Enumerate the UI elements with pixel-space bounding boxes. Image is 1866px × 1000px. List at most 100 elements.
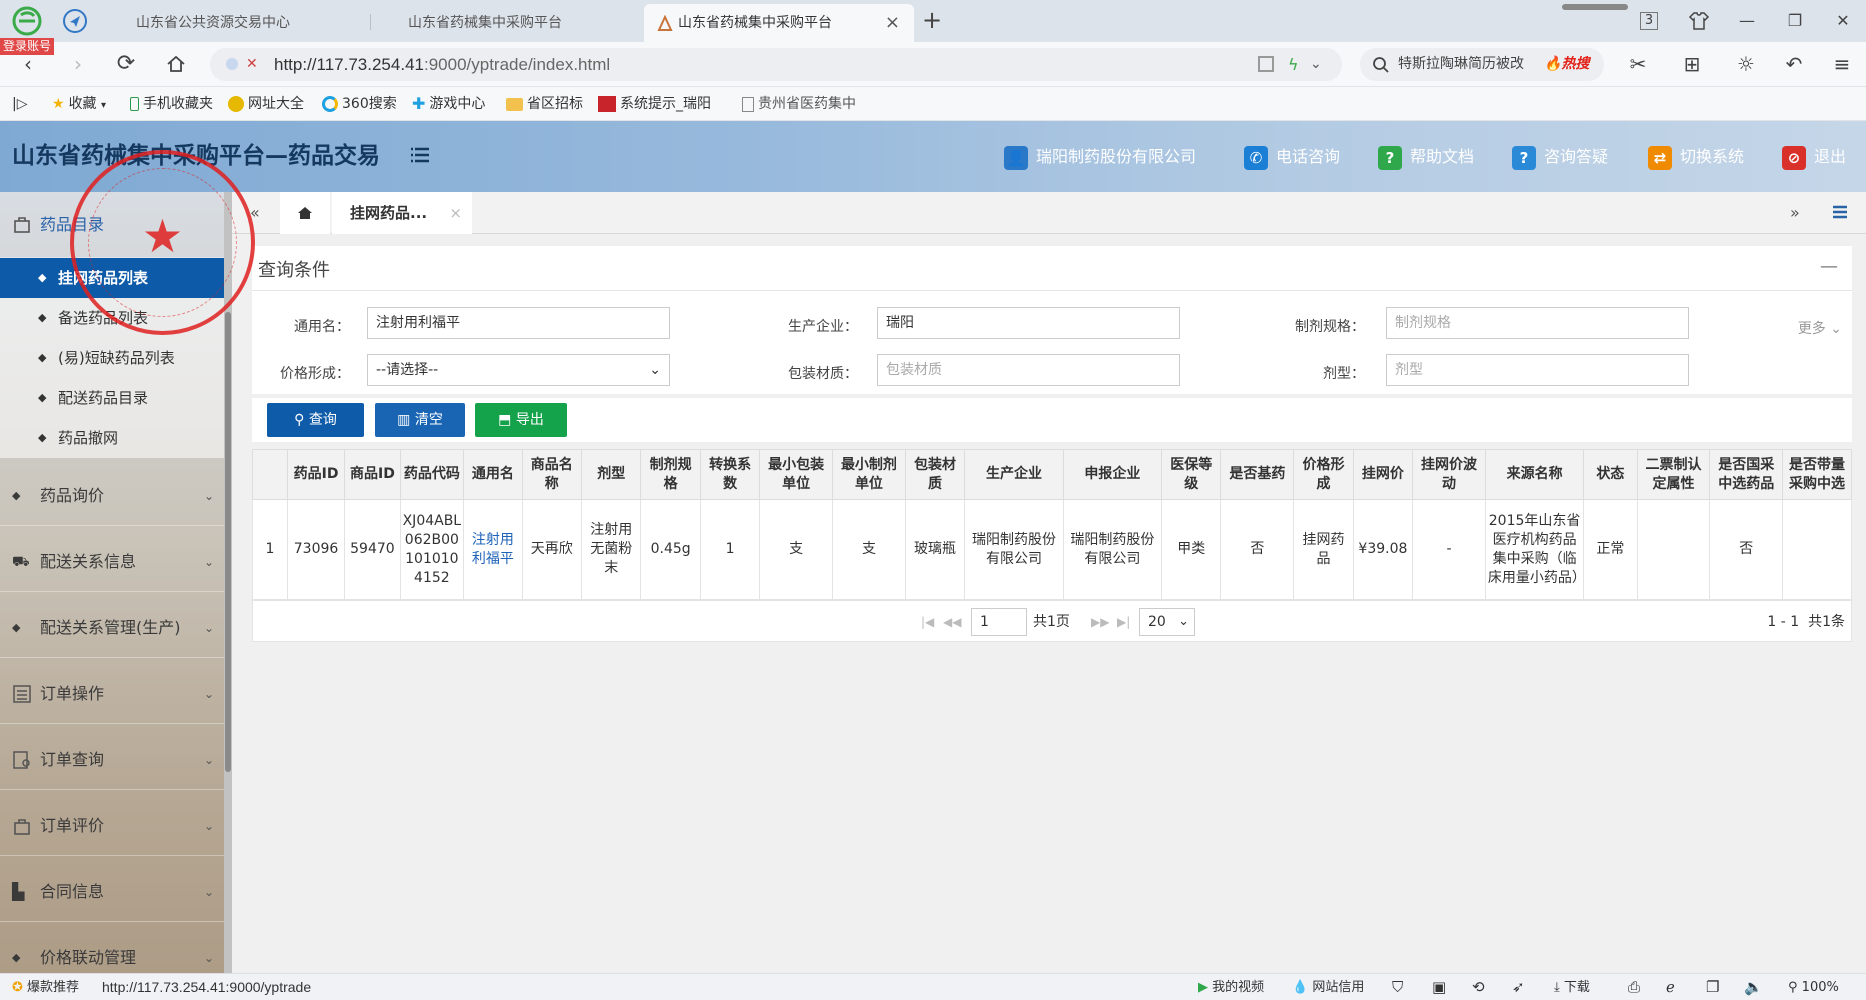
sidebar-section-contracts[interactable]: ▙ 合同信息 ⌄ (0, 862, 224, 922)
generic-name-input[interactable]: 注射用利福平 (367, 307, 670, 339)
header-company[interactable]: 👤 瑞阳制药股份有限公司 (1004, 121, 1196, 192)
home-icon[interactable] (162, 50, 190, 78)
image-icon[interactable]: ▣ (1432, 974, 1446, 1000)
column-header[interactable]: 挂网价 (1352, 449, 1414, 500)
column-header[interactable]: 商品ID (344, 449, 401, 500)
collapse-panel-icon[interactable]: — (1820, 256, 1838, 277)
bookmark-bidding[interactable]: 省区招标 (506, 87, 583, 121)
browser-tab-2[interactable]: 山东省药械集中采购平台 (372, 4, 642, 42)
qr-code-icon[interactable] (1258, 56, 1274, 72)
first-page-icon[interactable]: |◀ (921, 601, 934, 643)
table-cell[interactable]: 注射用利福平 (463, 499, 523, 600)
column-header[interactable]: 剂型 (580, 449, 642, 500)
last-page-icon[interactable]: ▶| (1117, 601, 1130, 643)
sidebar-item-delivery-catalog[interactable]: 配送药品目录 (0, 378, 224, 418)
column-header[interactable]: 是否国采中选药品 (1709, 449, 1784, 500)
menu-icon[interactable]: ≡ (1828, 50, 1856, 78)
sidebar-section-order-review[interactable]: 订单评价 ⌄ (0, 796, 224, 856)
sidebar-item-drug-withdrawal[interactable]: 药品撤网 (0, 418, 224, 458)
column-header[interactable]: 包装材质 (904, 449, 966, 500)
zoom-level[interactable]: ⚲ 100% (1788, 974, 1839, 1000)
window-icon[interactable]: ❐ (1706, 974, 1719, 1000)
minimize-icon[interactable]: — (1734, 8, 1760, 34)
volume-icon[interactable]: 🔈 (1744, 974, 1763, 1000)
lightning-icon[interactable]: ϟ (1288, 48, 1299, 81)
column-header[interactable]: 通用名 (463, 449, 523, 500)
header-logout[interactable]: ⊘ 退出 (1782, 121, 1846, 192)
more-filters-toggle[interactable]: 更多 ⌄ (1798, 318, 1842, 338)
rocket-icon[interactable]: ➶ (1512, 974, 1525, 1000)
browser-tab-1[interactable]: 山东省公共资源交易中心 (100, 4, 370, 42)
header-phone[interactable]: ✆ 电话咨询 (1244, 121, 1340, 192)
login-badge[interactable]: 登录账号 (0, 38, 55, 55)
header-help-docs[interactable]: ? 帮助文档 (1378, 121, 1474, 192)
search-box[interactable]: 特斯拉陶琳简历被改 🔥热搜 (1360, 48, 1604, 81)
column-header[interactable]: 是否带量采购中选 (1782, 449, 1852, 500)
menu-toggle-icon[interactable] (410, 147, 430, 165)
sidebar-section-drug-inquiry[interactable]: ◆ 药品询价 ⌄ (0, 466, 224, 526)
close-tab-icon[interactable]: × (449, 192, 462, 234)
column-header[interactable]: 最小制剂单位 (832, 449, 906, 500)
column-header[interactable] (252, 449, 288, 500)
dropdown-chevron-icon[interactable]: ⌄ (1310, 48, 1322, 81)
url-text[interactable]: http://117.73.254.41:9000/yptrade/index.… (274, 48, 610, 81)
column-header[interactable]: 生产企业 (964, 449, 1064, 500)
column-header[interactable]: 二票制认定属性 (1636, 449, 1711, 500)
header-qa[interactable]: ? 咨询答疑 (1512, 121, 1608, 192)
manufacturer-input[interactable]: 瑞阳 (877, 307, 1180, 339)
browser-logo-icon[interactable] (12, 6, 42, 36)
hot-search-label[interactable]: 🔥热搜 (1544, 48, 1589, 81)
shirt-icon[interactable] (1686, 8, 1712, 34)
sidebar-item-shortage-drug-list[interactable]: (易)短缺药品列表 (0, 338, 224, 378)
prev-page-icon[interactable]: ◀◀ (943, 601, 961, 643)
page-size-select[interactable]: 20 ⌄ (1139, 608, 1195, 636)
sidebar-section-order-query[interactable]: 订单查询 ⌄ (0, 730, 224, 790)
navigate-icon[interactable] (62, 8, 88, 34)
column-header[interactable]: 制剂规格 (640, 449, 701, 500)
query-button[interactable]: ⚲ 查询 (267, 403, 364, 437)
column-header[interactable]: 转换系数 (699, 449, 761, 500)
column-header[interactable]: 挂网价波动 (1412, 449, 1486, 500)
column-header[interactable]: 来源名称 (1484, 449, 1585, 500)
refresh-status-icon[interactable]: ⟲ (1472, 974, 1485, 1000)
brightness-icon[interactable]: ☼ (1732, 50, 1760, 78)
ie-icon[interactable]: ℯ (1666, 974, 1675, 1000)
bookmark-sites[interactable]: 网址大全 (228, 87, 304, 121)
specification-input[interactable]: 制剂规格 (1386, 307, 1689, 339)
search-suggestion[interactable]: 特斯拉陶琳简历被改 (1398, 48, 1524, 81)
bookmark-mobile[interactable]: 手机收藏夹 (130, 87, 213, 121)
column-header[interactable]: 状态 (1583, 449, 1638, 500)
scissors-icon[interactable]: ✂ (1624, 50, 1652, 78)
forward-icon[interactable]: › (64, 50, 92, 78)
close-tab-icon[interactable]: × (885, 4, 900, 42)
next-page-icon[interactable]: ▶▶ (1091, 601, 1109, 643)
refresh-icon[interactable]: ⟳ (112, 50, 140, 78)
apps-grid-icon[interactable]: ⊞ (1678, 50, 1706, 78)
column-header[interactable]: 医保等级 (1161, 449, 1222, 500)
site-credit[interactable]: 💧 网站信用 (1292, 974, 1364, 1000)
export-button[interactable]: ⬒ 导出 (475, 403, 567, 437)
browser-tab-3[interactable]: 山东省药械集中采购平台 × (644, 4, 914, 42)
url-bar[interactable]: ✕ http://117.73.254.41:9000/yptrade/inde… (210, 48, 1342, 81)
sidebar-toggle-icon[interactable]: |▷ (12, 87, 27, 121)
scroll-tabs-right-icon[interactable]: » (1790, 192, 1800, 234)
bookmark-guizhou[interactable]: 贵州省医药集中 (742, 87, 856, 121)
site-security-icon[interactable] (226, 58, 238, 70)
restore-icon[interactable]: ❐ (1782, 8, 1808, 34)
page-number-input[interactable]: 1 (971, 608, 1027, 636)
downloads[interactable]: ⤓ 下载 (1554, 974, 1590, 1000)
header-switch-system[interactable]: ⇄ 切换系统 (1648, 121, 1744, 192)
column-header[interactable]: 商品名称 (521, 449, 582, 500)
column-header[interactable]: 是否基药 (1220, 449, 1295, 500)
sidebar-section-order-ops[interactable]: 订单操作 ⌄ (0, 664, 224, 724)
column-header[interactable]: 价格形成 (1293, 449, 1354, 500)
sidebar-section-delivery-info[interactable]: ⛟ 配送关系信息 ⌄ (0, 532, 224, 592)
tab-menu-icon[interactable] (1832, 204, 1848, 220)
bookmark-games[interactable]: ✚ 游戏中心 (412, 87, 485, 121)
home-tab-icon[interactable] (280, 192, 330, 234)
bookmark-system-tip[interactable]: 系统提示_瑞阳 (598, 87, 711, 121)
tab-count-icon[interactable]: 3 (1640, 12, 1658, 30)
table-row[interactable]: 1 73096 59470 XJ04ABL062B001010104152 注射用利福平… (252, 499, 1852, 600)
featured-recommend[interactable]: ✪ 爆款推荐 (12, 974, 79, 1000)
packaging-material-input[interactable]: 包装材质 (877, 354, 1180, 386)
